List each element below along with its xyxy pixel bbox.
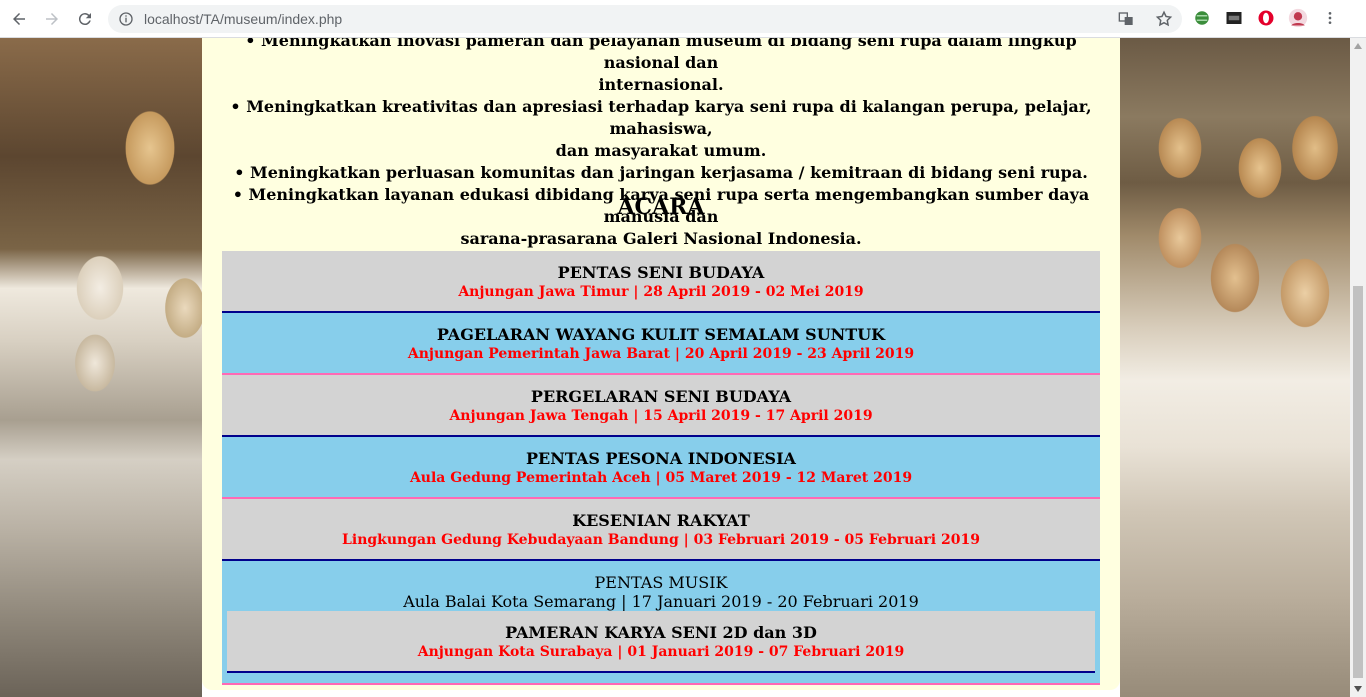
dts-extension-icon[interactable] [1224,8,1244,28]
event-item-overlay[interactable]: PAMERAN KARYA SENI 2D dan 3D Anjungan Ko… [227,611,1095,673]
event-item[interactable]: PENTAS SENI BUDAYA Anjungan Jawa Timur |… [222,251,1100,313]
event-meta: Anjungan Kota Surabaya | 01 Januari 2019… [417,644,905,660]
main-content: • Meningkatkan inovasi pameran dan pelay… [202,38,1120,690]
event-item[interactable]: PENTAS PESONA INDONESIA Aula Gedung Peme… [222,437,1100,499]
event-name: KESENIAN RAKYAT [572,511,750,530]
event-item[interactable]: KESENIAN RAKYAT Lingkungan Gedung Kebuda… [222,499,1100,561]
info-icon[interactable] [118,11,134,27]
event-name: PAMERAN KARYA SENI 2D dan 3D [505,623,817,642]
profile-avatar-icon[interactable] [1288,8,1308,28]
back-button[interactable] [5,5,33,33]
event-meta: Lingkungan Gedung Kebudayaan Bandung | 0… [342,532,980,548]
event-item[interactable]: PENTAS MUSIK Aula Balai Kota Semarang | … [222,561,1100,685]
event-name: PENTAS PESONA INDONESIA [526,449,796,468]
scroll-down-arrow-icon[interactable] [1350,681,1366,697]
arrow-right-icon [46,12,58,25]
mission-line: • Meningkatkan inovasi pameran dan pelay… [245,38,1077,72]
museum-background-left [0,38,202,697]
event-meta: Aula Gedung Pemerintah Aceh | 05 Maret 2… [409,470,913,486]
event-item[interactable]: PERGELARAN SENI BUDAYA Anjungan Jawa Ten… [222,375,1100,437]
event-meta: Anjungan Jawa Timur | 28 April 2019 - 02… [458,284,864,300]
reload-icon [78,12,91,25]
event-meta: Anjungan Pemerintah Jawa Barat | 20 Apri… [407,346,915,362]
mission-line: sarana-prasarana Galeri Nasional Indones… [460,229,862,248]
museum-background-right [1120,38,1350,697]
browser-toolbar: localhost/TA/museum/index.php [0,0,1366,38]
scrollbar-thumb[interactable] [1353,286,1363,678]
scroll-up-arrow-icon[interactable] [1350,38,1366,54]
address-bar[interactable]: localhost/TA/museum/index.php [108,5,1182,33]
event-meta: Aula Balai Kota Semarang | 17 Januari 20… [403,592,919,611]
forward-button[interactable] [38,5,66,33]
event-meta: Anjungan Jawa Tengah | 15 April 2019 - 1… [449,408,873,424]
vertical-scrollbar[interactable] [1350,38,1366,697]
chrome-menu-icon[interactable] [1320,8,1340,28]
arrow-left-icon [13,12,25,25]
url-text[interactable]: localhost/TA/museum/index.php [144,11,342,27]
event-item[interactable]: PAGELARAN WAYANG KULIT SEMALAM SUNTUK An… [222,313,1100,375]
acara-heading: ACARA [617,194,705,220]
page-viewport: • Meningkatkan inovasi pameran dan pelay… [0,38,1350,697]
event-name: PERGELARAN SENI BUDAYA [530,387,792,406]
globe-extension-icon[interactable] [1192,8,1212,28]
translate-icon[interactable] [1116,9,1136,29]
bookmark-star-icon[interactable] [1154,9,1174,29]
event-name: PENTAS MUSIK [594,573,728,592]
mission-line: internasional. [598,75,724,94]
mission-line: dan masyarakat umum. [555,141,767,160]
event-list: PENTAS SENI BUDAYA Anjungan Jawa Timur |… [222,251,1100,685]
event-name: PAGELARAN WAYANG KULIT SEMALAM SUNTUK [436,325,886,344]
reload-button[interactable] [71,5,99,33]
mission-line: • Meningkatkan perluasan komunitas dan j… [234,163,1088,182]
event-name: PENTAS SENI BUDAYA [557,263,765,282]
opera-extension-icon[interactable] [1256,8,1276,28]
mission-line: • Meningkatkan kreativitas dan apresiasi… [230,97,1092,138]
